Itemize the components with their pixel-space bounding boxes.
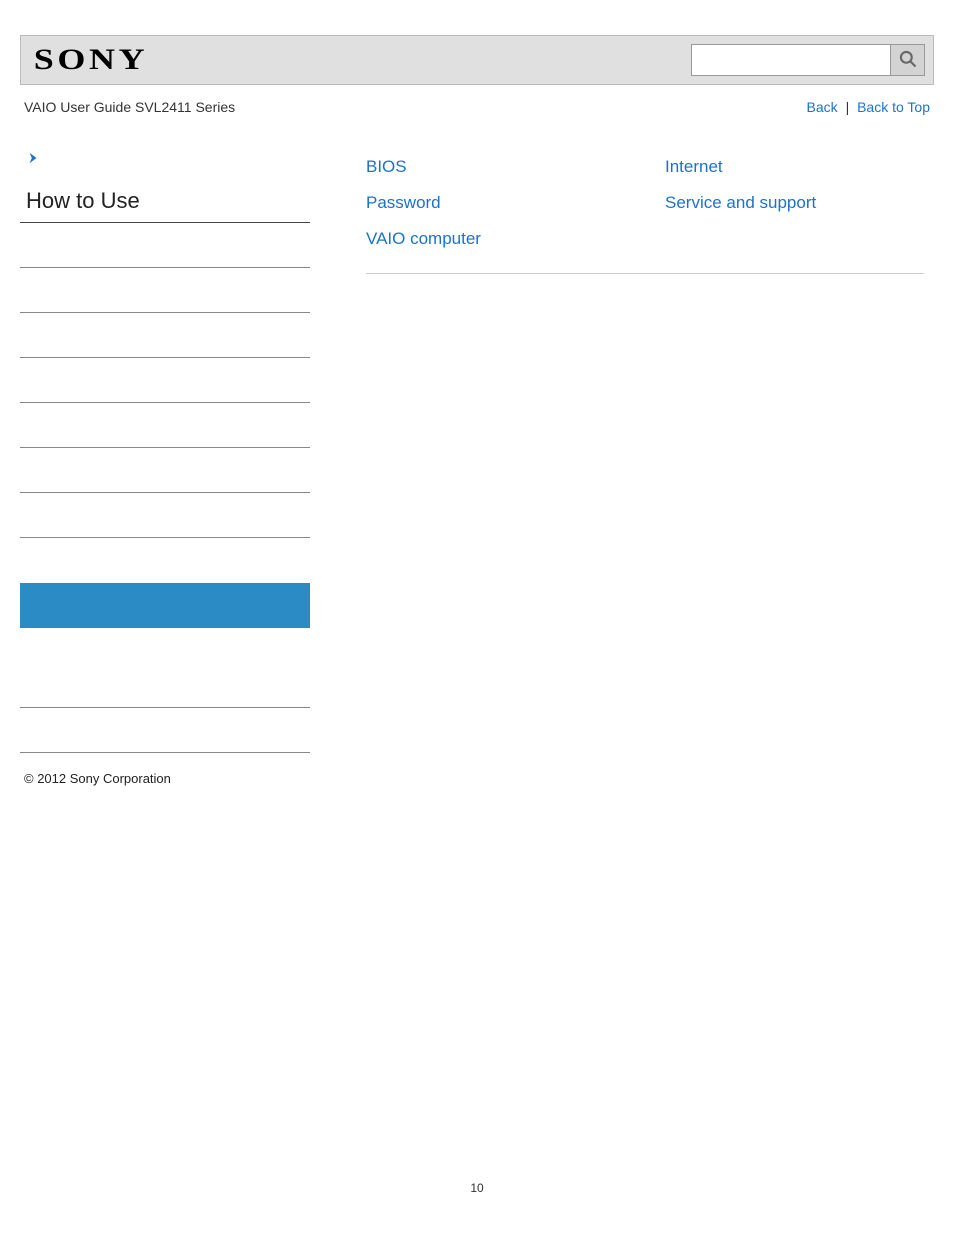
search-icon	[898, 49, 918, 72]
sidebar-item[interactable]	[20, 223, 310, 268]
footer-copyright: © 2012 Sony Corporation	[20, 763, 934, 794]
sidebar-item[interactable]	[20, 448, 310, 493]
sidebar-list	[20, 223, 310, 538]
sidebar-list-3	[20, 663, 310, 753]
sidebar-item[interactable]	[20, 268, 310, 313]
main-content: BIOS Password VAIO computer Internet Ser…	[330, 151, 934, 753]
link-bios[interactable]: BIOS	[366, 157, 625, 177]
separator: |	[846, 99, 850, 115]
link-service-support[interactable]: Service and support	[665, 193, 924, 213]
sidebar: How to Use	[20, 151, 330, 753]
sony-logo: SONY	[29, 43, 148, 77]
search-input[interactable]	[691, 44, 891, 76]
link-columns: BIOS Password VAIO computer Internet Ser…	[366, 151, 924, 274]
search-wrap	[691, 44, 925, 76]
breadcrumb-chevron[interactable]	[20, 151, 310, 188]
chevron-right-icon	[26, 152, 40, 169]
link-password[interactable]: Password	[366, 193, 625, 213]
sub-header: VAIO User Guide SVL2411 Series Back | Ba…	[20, 85, 934, 125]
link-column-1: BIOS Password VAIO computer	[366, 151, 625, 249]
link-internet[interactable]: Internet	[665, 157, 924, 177]
sidebar-item[interactable]	[20, 493, 310, 538]
sidebar-item[interactable]	[20, 663, 310, 708]
guide-title: VAIO User Guide SVL2411 Series	[24, 99, 235, 115]
back-to-top-link[interactable]: Back to Top	[857, 99, 930, 115]
search-button[interactable]	[891, 44, 925, 76]
sidebar-item[interactable]	[20, 313, 310, 358]
sidebar-section-title: How to Use	[20, 188, 310, 223]
link-column-2: Internet Service and support	[665, 151, 924, 249]
page-number: 10	[0, 1181, 954, 1195]
sidebar-gap	[20, 628, 310, 663]
back-link[interactable]: Back	[807, 99, 838, 115]
sidebar-item-active[interactable]	[20, 583, 310, 628]
sidebar-gap	[20, 538, 310, 583]
sidebar-item[interactable]	[20, 403, 310, 448]
link-vaio-computer[interactable]: VAIO computer	[366, 229, 625, 249]
sidebar-item[interactable]	[20, 708, 310, 753]
sidebar-list-2	[20, 583, 310, 628]
header-bar: SONY	[20, 35, 934, 85]
top-links: Back | Back to Top	[807, 99, 930, 115]
sidebar-item[interactable]	[20, 358, 310, 403]
